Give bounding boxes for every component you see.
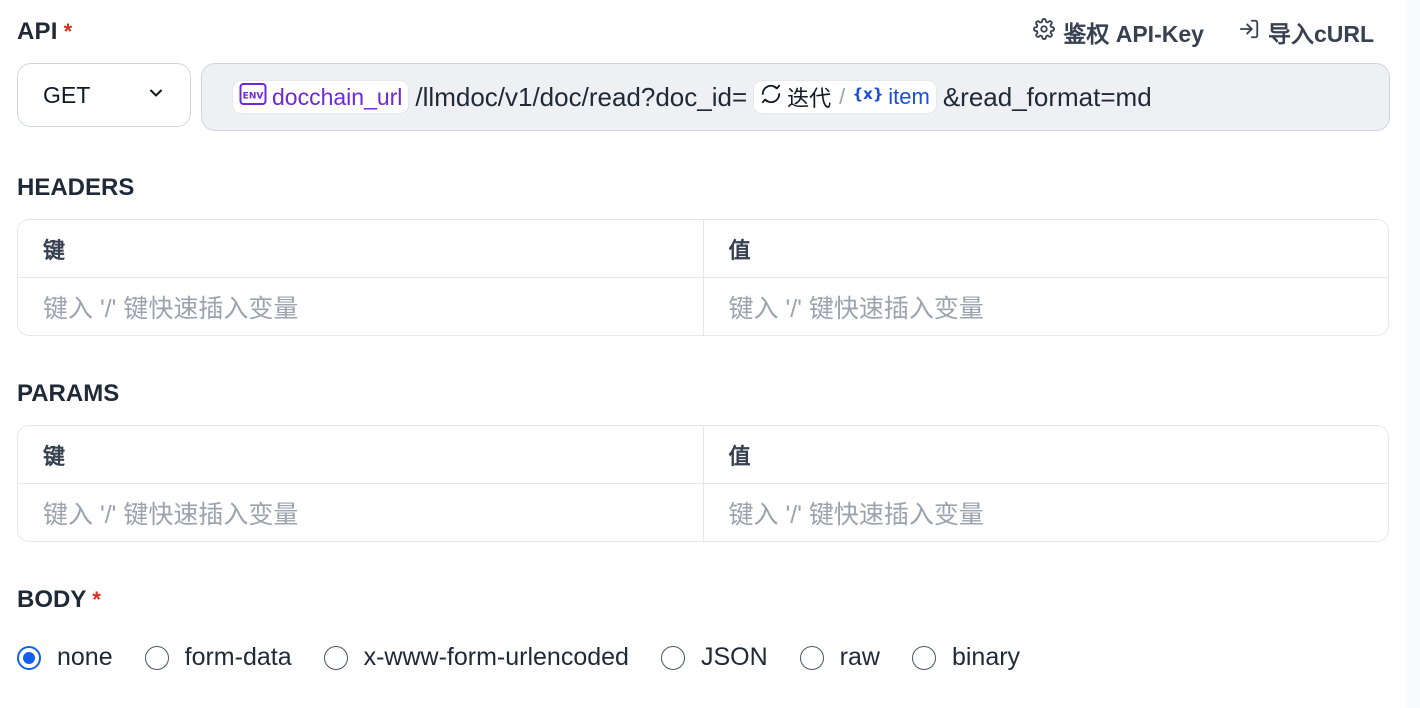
chevron-down-icon	[146, 82, 166, 109]
table-header-row: 键 值	[18, 220, 1388, 277]
required-mark: *	[92, 587, 101, 612]
header-key-input[interactable]: 键入 '/' 键快速插入变量	[18, 278, 703, 335]
radio-label: binary	[951, 643, 1021, 671]
auth-label: 鉴权 API-Key	[1063, 21, 1204, 47]
radio-unchecked-icon	[144, 645, 169, 670]
radio-label: raw	[839, 643, 880, 671]
url-input[interactable]: ENV docchain_url /llmdoc/v1/doc/read?doc…	[201, 63, 1390, 131]
env-variable-chip[interactable]: ENV docchain_url	[232, 80, 410, 114]
params-table: 键 值 键入 '/' 键快速插入变量 键入 '/' 键快速插入变量	[17, 425, 1389, 542]
params-label: PARAMS	[17, 380, 120, 407]
radio-checked-icon	[17, 645, 41, 670]
body-label: BODY	[17, 586, 87, 613]
value-column-header: 值	[702, 426, 1389, 483]
radio-x-www-form-urlencoded[interactable]: x-www-form-urlencoded	[323, 643, 629, 672]
import-curl-button[interactable]: 导入cURL	[1238, 15, 1374, 49]
loop-icon	[760, 83, 782, 111]
radio-none[interactable]: none	[17, 643, 113, 672]
env-variable-name: docchain_url	[272, 83, 403, 110]
radio-unchecked-icon	[323, 645, 348, 670]
param-key-input[interactable]: 键入 '/' 键快速插入变量	[18, 484, 703, 541]
radio-unchecked-icon	[660, 645, 685, 670]
body-type-radio-group: none form-data x-www-form-urlencoded JSO…	[17, 643, 1052, 672]
svg-text:{x}: {x}	[853, 85, 883, 103]
api-title: API *	[17, 18, 72, 46]
radio-raw[interactable]: raw	[799, 643, 880, 672]
key-column-header: 键	[43, 443, 66, 469]
import-icon	[1238, 18, 1260, 46]
body-title: BODY *	[17, 586, 101, 614]
required-mark: *	[63, 19, 73, 44]
api-section-header: API * 鉴权 API-Key 导入cURL	[17, 14, 1390, 50]
gear-icon	[1033, 18, 1056, 46]
radio-label: JSON	[700, 643, 768, 671]
radio-binary[interactable]: binary	[911, 643, 1021, 672]
radio-label: none	[57, 643, 113, 671]
variable-name: item	[888, 84, 930, 109]
iteration-node-label: 迭代	[787, 86, 832, 111]
table-row: 键入 '/' 键快速插入变量 键入 '/' 键快速插入变量	[18, 483, 1388, 541]
headers-table: 键 值 键入 '/' 键快速插入变量 键入 '/' 键快速插入变量	[17, 219, 1389, 336]
headers-label: HEADERS	[17, 174, 135, 201]
radio-form-data[interactable]: form-data	[144, 643, 292, 672]
method-select[interactable]: GET	[17, 63, 191, 127]
api-request-row: GET ENV docchain_url /llmdoc/v1/doc/read…	[17, 63, 1390, 131]
iteration-variable-chip[interactable]: 迭代 / {x} item	[753, 80, 937, 114]
radio-label: x-www-form-urlencoded	[363, 643, 629, 671]
url-path: /llmdoc/v1/doc/read?doc_id=	[415, 81, 748, 112]
radio-label: form-data	[184, 643, 292, 671]
key-column-header: 键	[43, 237, 66, 263]
radio-unchecked-icon	[911, 645, 936, 670]
api-header-actions: 鉴权 API-Key 导入cURL	[1033, 15, 1374, 49]
env-icon: ENV	[239, 82, 267, 112]
method-value: GET	[43, 81, 91, 108]
radio-unchecked-icon	[799, 645, 824, 670]
header-value-input[interactable]: 键入 '/' 键快速插入变量	[702, 278, 1389, 335]
svg-text:ENV: ENV	[243, 92, 264, 102]
param-value-input[interactable]: 键入 '/' 键快速插入变量	[702, 484, 1389, 541]
table-row: 键入 '/' 键快速插入变量 键入 '/' 键快速插入变量	[18, 277, 1388, 335]
variable-icon: {x}	[853, 83, 884, 111]
url-suffix: &read_format=md	[942, 81, 1152, 112]
radio-json[interactable]: JSON	[660, 643, 768, 672]
right-edge-strip	[1406, 0, 1420, 708]
auth-button[interactable]: 鉴权 API-Key	[1033, 15, 1204, 49]
chip-separator: /	[839, 84, 846, 109]
table-header-row: 键 值	[18, 426, 1388, 483]
import-curl-label: 导入cURL	[1267, 21, 1374, 47]
value-column-header: 值	[702, 220, 1389, 277]
api-label: API	[17, 18, 58, 45]
